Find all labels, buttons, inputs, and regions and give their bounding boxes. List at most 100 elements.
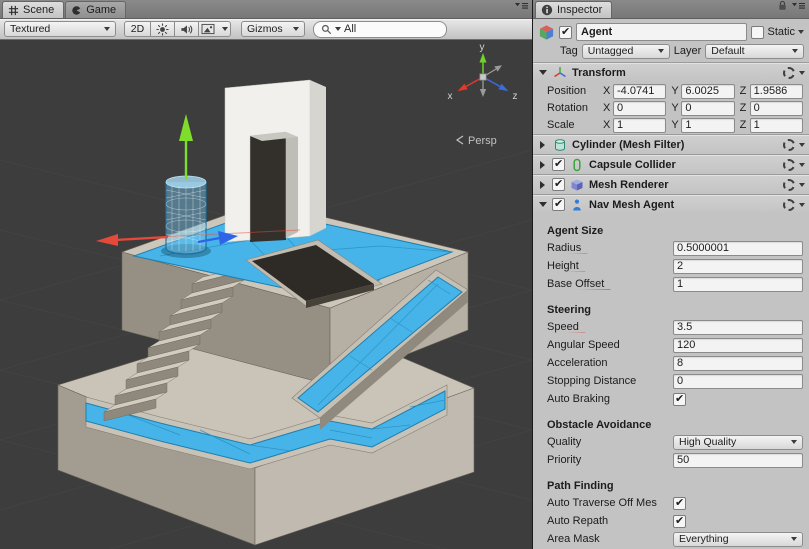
static-label: Static [767, 26, 795, 38]
component-enabled-checkbox[interactable] [552, 197, 565, 211]
lock-icon[interactable] [777, 0, 788, 15]
property-label: Acceleration [547, 357, 608, 369]
value-field[interactable]: 0 [673, 373, 803, 389]
component-menu-icon[interactable] [799, 162, 805, 167]
property-label: Radius [547, 242, 673, 254]
info-icon [541, 4, 553, 16]
gear-icon[interactable] [783, 66, 795, 79]
property-row: Acceleration 8 [533, 354, 809, 372]
gear-icon[interactable] [783, 198, 795, 211]
component-title: Transform [572, 66, 626, 79]
scene-viewport[interactable]: y x z Persp [0, 40, 532, 549]
tab-inspector[interactable]: Inspector [535, 1, 613, 18]
property-label: Priority [547, 454, 582, 466]
value-field[interactable]: 120 [673, 337, 803, 353]
position-z-field[interactable]: 1.9586 [749, 83, 803, 99]
value-field[interactable]: 8 [673, 355, 803, 371]
search-icon [321, 24, 332, 35]
gameobject-name-field[interactable]: Agent [576, 23, 748, 41]
position-y-field[interactable]: 6.0025 [681, 83, 735, 99]
active-checkbox[interactable] [559, 25, 572, 39]
axis-x-label: X [603, 85, 611, 97]
property-row: Height 2 [533, 257, 809, 275]
gizmos-dropdown[interactable]: Gizmos [241, 21, 305, 37]
search-input[interactable]: All [313, 20, 447, 38]
component-enabled-checkbox[interactable] [552, 177, 565, 191]
inspector-tabstrip: Inspector [533, 0, 809, 19]
component-header-mesh-renderer[interactable]: Mesh Renderer [533, 174, 809, 194]
tab-game-label: Game [86, 4, 117, 16]
chevron-down-icon [792, 49, 798, 53]
component-title: Mesh Renderer [589, 178, 669, 191]
value-field[interactable]: 50 [673, 452, 803, 468]
value-field[interactable]: 3.5 [673, 319, 803, 335]
axis-z-label: Z [739, 85, 747, 97]
dropdown[interactable]: Everything [673, 531, 803, 547]
foldout-closed-icon[interactable] [537, 180, 548, 189]
layer-dropdown[interactable]: Default [705, 43, 804, 59]
inspector-content: Agent Static Tag Untagged Layer [533, 19, 809, 549]
foldout-open-icon[interactable] [537, 202, 548, 207]
section-heading: Agent Size [547, 225, 604, 237]
static-checkbox[interactable] [751, 25, 765, 39]
foldout-closed-icon[interactable] [537, 140, 548, 149]
component-header-mesh-filter[interactable]: Cylinder (Mesh Filter) [533, 134, 809, 154]
gizmos-label: Gizmos [247, 23, 283, 35]
axis-z-label: Z [739, 119, 747, 131]
section-heading: Path Finding [547, 480, 614, 492]
gear-icon[interactable] [783, 138, 795, 151]
static-dropdown-icon[interactable] [798, 30, 804, 34]
checkbox[interactable] [673, 496, 686, 510]
property-label: Auto Braking [547, 393, 610, 405]
component-menu-icon[interactable] [799, 182, 805, 187]
component-header-nav-mesh-agent[interactable]: Nav Mesh Agent [533, 194, 809, 214]
rotation-z-field[interactable]: 0 [749, 100, 803, 116]
toggle-2d-button[interactable]: 2D [124, 21, 151, 37]
tab-game[interactable]: Game [65, 1, 127, 18]
value-field[interactable]: 1 [673, 276, 803, 292]
checkbox[interactable] [673, 514, 686, 528]
position-x-field[interactable]: -4.0741 [613, 83, 667, 99]
nav-mesh-agent-body: Agent Size Radius 0.5000001 Height 2 Base Off… [533, 223, 809, 548]
field-area [673, 514, 803, 528]
axis-z-label: Z [739, 102, 747, 114]
component-enabled-checkbox[interactable] [552, 157, 565, 171]
tag-dropdown[interactable]: Untagged [581, 43, 670, 59]
checkbox[interactable] [673, 392, 686, 406]
component-menu-icon[interactable] [799, 142, 805, 147]
tab-scene[interactable]: Scene [2, 1, 65, 18]
scale-x-field[interactable]: 1 [613, 117, 667, 133]
rotation-y-field[interactable]: 0 [681, 100, 735, 116]
render-mode-dropdown[interactable]: Textured [4, 21, 116, 37]
gear-icon[interactable] [783, 178, 795, 191]
foldout-open-icon[interactable] [537, 70, 548, 75]
arch-structure[interactable] [224, 79, 326, 243]
component-header-transform[interactable]: Transform [533, 62, 809, 82]
component-menu-icon[interactable] [799, 202, 805, 207]
value-field[interactable]: 0.5000001 [673, 240, 803, 256]
component-header-capsule-collider[interactable]: Capsule Collider [533, 154, 809, 174]
panel-menu-icon[interactable] [792, 0, 805, 15]
foldout-closed-icon[interactable] [537, 160, 548, 169]
tag-value: Untagged [587, 45, 634, 57]
agent-cylinder[interactable] [161, 175, 211, 258]
property-row: Speed 3.5 [533, 318, 809, 336]
scale-y-field[interactable]: 1 [681, 117, 735, 133]
search-filter-chevron-icon[interactable] [335, 27, 341, 31]
value-field[interactable]: 2 [673, 258, 803, 274]
dropdown[interactable]: High Quality [673, 434, 803, 450]
dropdown-value: Everything [679, 533, 729, 545]
lighting-toggle-button[interactable] [150, 21, 175, 37]
panel-menu-icon[interactable] [515, 0, 528, 15]
rotation-x-field[interactable]: 0 [613, 100, 667, 116]
effects-toggle-button[interactable] [198, 21, 231, 37]
image-icon [201, 23, 215, 35]
transform-row-rotation: Rotation X 0 Y 0 Z 0 [533, 100, 809, 116]
scale-z-field[interactable]: 1 [749, 117, 803, 133]
gear-icon[interactable] [783, 158, 795, 171]
audio-toggle-button[interactable] [174, 21, 199, 37]
static-toggle[interactable]: Static [751, 25, 804, 39]
component-menu-icon[interactable] [799, 70, 805, 75]
property-label: Stopping Distance [547, 375, 637, 387]
search-value: All [344, 23, 357, 35]
